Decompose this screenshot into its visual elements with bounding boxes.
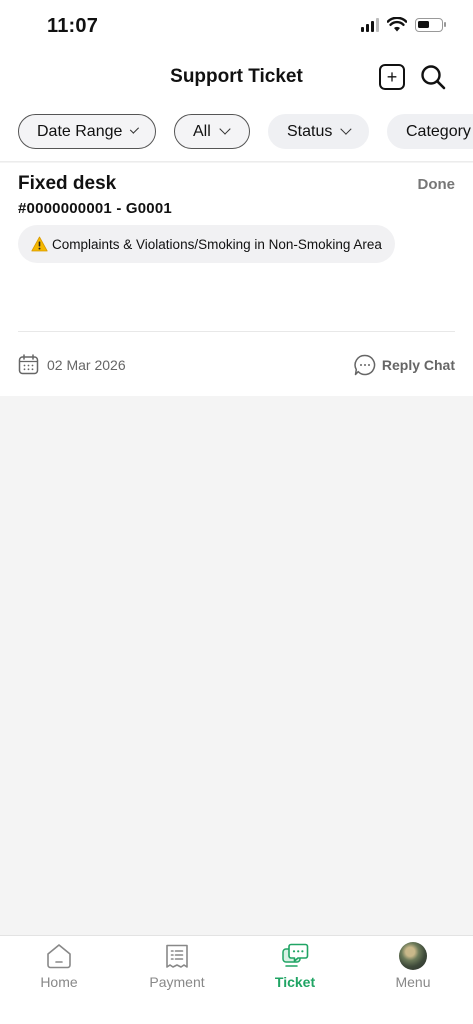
ticket-number: #0000000001 - G0001	[18, 200, 172, 217]
nav-home[interactable]: Home	[0, 942, 118, 1002]
cellular-signal-icon	[361, 17, 379, 32]
nav-payment[interactable]: Payment	[118, 942, 236, 1002]
status-icons	[361, 17, 446, 32]
ticket-card[interactable]: Fixed desk Done #0000000001 - G0001 Comp…	[0, 163, 473, 396]
status-bar: 11:07	[0, 0, 473, 54]
filter-date-range[interactable]: Date Range	[18, 114, 156, 149]
support-ticket-screen: 11:07 Support Ticket + Date Range All St…	[0, 0, 473, 1024]
chevron-down-icon	[219, 123, 231, 135]
reply-chat-button[interactable]: Reply Chat	[354, 354, 455, 376]
chat-bubble-icon	[354, 354, 376, 376]
nav-label: Ticket	[274, 974, 316, 990]
search-icon[interactable]	[420, 64, 446, 90]
filter-bar: Date Range All Status Category	[0, 104, 473, 162]
filter-label: All	[193, 122, 211, 140]
filter-label: Category	[406, 122, 471, 140]
filter-status[interactable]: Status	[268, 114, 369, 149]
reply-chat-label: Reply Chat	[381, 357, 455, 373]
chevron-down-icon	[130, 124, 140, 134]
battery-icon	[415, 17, 446, 32]
wifi-icon	[387, 17, 407, 32]
plus-icon: +	[386, 67, 398, 87]
ticket-title: Fixed desk	[18, 173, 117, 194]
calendar-icon	[18, 354, 39, 375]
divider	[18, 331, 455, 332]
add-ticket-button[interactable]: +	[379, 64, 405, 90]
ticket-category-tag: Complaints & Violations/Smoking in Non-S…	[18, 225, 395, 263]
app-header: Support Ticket +	[0, 54, 473, 104]
filter-label: Status	[287, 122, 333, 140]
filter-category[interactable]: Category	[387, 114, 473, 149]
warning-icon	[31, 236, 48, 252]
ticket-date-text: 02 Mar 2026	[47, 356, 126, 373]
nav-label: Home	[40, 974, 78, 990]
ticket-date: 02 Mar 2026	[18, 354, 126, 375]
status-time: 11:07	[47, 15, 99, 37]
nav-ticket[interactable]: Ticket	[236, 942, 354, 1002]
nav-label: Menu	[395, 974, 431, 990]
ticket-category-text: Complaints & Violations/Smoking in Non-S…	[52, 236, 382, 252]
ticket-chat-icon	[282, 943, 309, 967]
nav-label: Payment	[149, 974, 205, 990]
bottom-nav: Home Payment Ticket Menu	[0, 935, 473, 1024]
filter-all[interactable]: All	[174, 114, 250, 149]
avatar	[399, 942, 427, 970]
chevron-down-icon	[340, 123, 352, 135]
home-icon	[47, 944, 71, 969]
receipt-icon	[166, 944, 188, 968]
filter-label: Date Range	[37, 122, 123, 140]
nav-menu[interactable]: Menu	[354, 942, 472, 1002]
ticket-status-badge: Done	[417, 176, 456, 193]
